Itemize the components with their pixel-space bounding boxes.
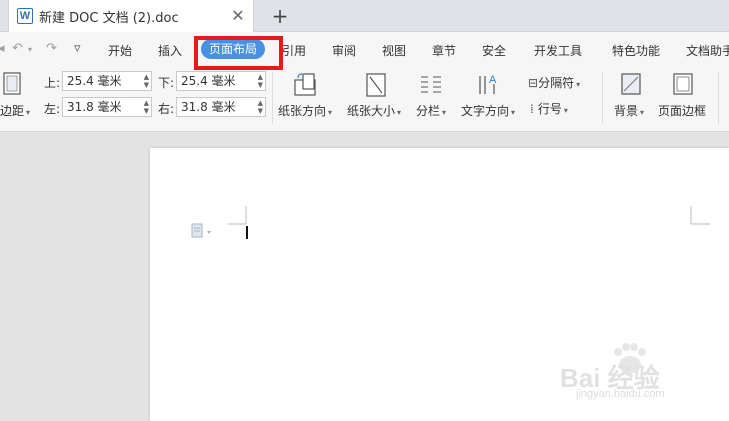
menu-features[interactable]: 特色功能 <box>612 42 660 59</box>
title-tab-bar: W 新建 DOC 文档 (2).doc ✕ + <box>0 0 729 32</box>
customize-toolbar-icon[interactable]: ▿ <box>74 41 81 56</box>
margin-corner-mark <box>228 206 248 239</box>
paper-size-icon[interactable] <box>364 72 388 98</box>
bottom-margin-label: 下: <box>158 76 175 90</box>
line-number-icon: ⁞ <box>530 102 534 116</box>
close-tab-button[interactable]: ✕ <box>229 7 247 25</box>
page-layout-ribbon: 边距 ▾ 上: 25.4 毫米 ▲ ▼ 左: 31.8 毫米 ▲ ▼ 下: 25.4 毫米… <box>0 66 729 196</box>
paper-size-button[interactable]: 纸张大小 ▾ <box>347 102 401 119</box>
left-margin-label: 左: <box>44 102 61 116</box>
paper-orientation-icon[interactable] <box>292 72 320 98</box>
top-margin-label: 上: <box>44 76 61 90</box>
menu-page-layout[interactable]: 页面布局 <box>201 39 265 59</box>
columns-icon[interactable] <box>418 74 444 96</box>
separator-button[interactable]: ⊟分隔符 ▾ <box>528 74 580 91</box>
menu-doc-assistant[interactable]: 文档助手 <box>686 42 729 59</box>
redo-icon[interactable]: ↷ <box>46 41 57 56</box>
top-margin-input[interactable]: 25.4 毫米 ▲ ▼ <box>62 71 152 91</box>
margin-corner-mark <box>690 206 710 225</box>
text-direction-icon[interactable]: A <box>476 70 502 96</box>
paragraph-layout-icon[interactable] <box>190 222 218 242</box>
left-margin-input[interactable]: 31.8 毫米 ▲ ▼ <box>62 97 152 117</box>
bottom-margin-input[interactable]: 25.4 毫米 ▲ ▼ <box>176 71 266 91</box>
right-margin-input[interactable]: 31.8 毫米 ▲ ▼ <box>176 97 266 117</box>
page-border-button[interactable]: 页面边框 <box>658 102 706 119</box>
ribbon-separator <box>718 72 719 124</box>
background-button[interactable]: 背景 ▾ <box>614 102 644 119</box>
menu-developer[interactable]: 开发工具 <box>534 42 582 59</box>
right-margin-label: 右: <box>158 102 175 116</box>
new-tab-button[interactable]: + <box>270 5 290 27</box>
columns-button[interactable]: 分栏 ▾ <box>416 102 446 119</box>
margins-icon[interactable] <box>2 72 22 96</box>
document-title: 新建 DOC 文档 (2).doc <box>39 10 179 26</box>
ribbon-separator <box>272 72 273 124</box>
page-border-icon[interactable] <box>672 72 694 96</box>
document-tab[interactable]: W 新建 DOC 文档 (2).doc ✕ <box>8 0 254 32</box>
background-icon[interactable] <box>620 72 642 96</box>
menu-insert[interactable]: 插入 <box>158 42 182 59</box>
separator-icon: ⊟ <box>528 76 539 90</box>
menu-view[interactable]: 视图 <box>382 42 406 59</box>
menu-review[interactable]: 审阅 <box>332 42 356 59</box>
menu-security[interactable]: 安全 <box>482 42 506 59</box>
ribbon-separator <box>602 72 603 124</box>
quick-access-icon[interactable]: ◂ <box>0 41 5 56</box>
svg-text:A: A <box>489 74 497 86</box>
document-page[interactable] <box>150 148 729 421</box>
undo-dropdown-icon[interactable]: ▾ <box>28 45 32 54</box>
menu-chapter[interactable]: 章节 <box>432 42 456 59</box>
undo-icon[interactable]: ↶ <box>12 41 23 56</box>
menu-references[interactable]: 引用 <box>282 42 306 59</box>
text-direction-button[interactable]: 文字方向 ▾ <box>461 102 515 119</box>
menu-bar: ◂ ↶ ▾ ↷ ▿ 开始 插入 页面布局 引用 审阅 视图 章节 安全 开发工具… <box>0 32 729 66</box>
line-number-button[interactable]: ⁞ 行号 ▾ <box>530 100 568 117</box>
wps-writer-icon: W <box>17 8 33 24</box>
margins-button[interactable]: 边距 ▾ <box>0 102 30 119</box>
paper-orientation-button[interactable]: 纸张方向 ▾ <box>278 102 332 119</box>
menu-home[interactable]: 开始 <box>108 42 132 59</box>
